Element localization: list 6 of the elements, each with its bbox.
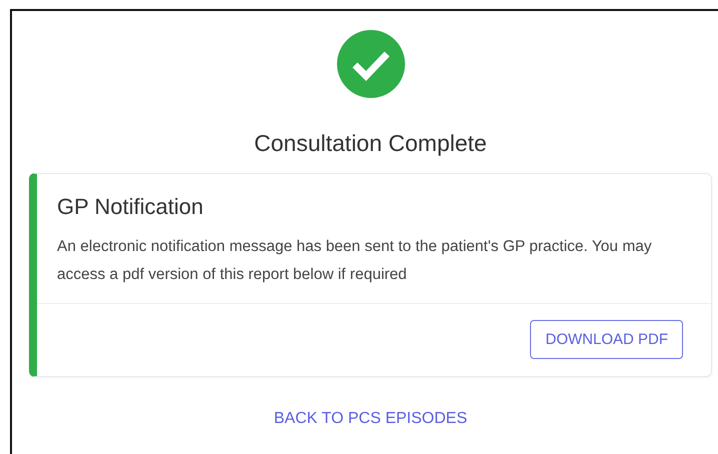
card-title: GP Notification — [57, 194, 204, 220]
status-title: Consultation Complete — [254, 130, 487, 157]
back-link[interactable]: BACK TO PCS EPISODES — [274, 410, 468, 428]
check-circle-icon — [336, 30, 404, 98]
card-message: An electronic notification message has been sent to the patient's GP practice. You may access a pdf version of this report below if required — [57, 237, 653, 285]
download-pdf-button[interactable]: DOWNLOAD PDF — [530, 320, 683, 359]
